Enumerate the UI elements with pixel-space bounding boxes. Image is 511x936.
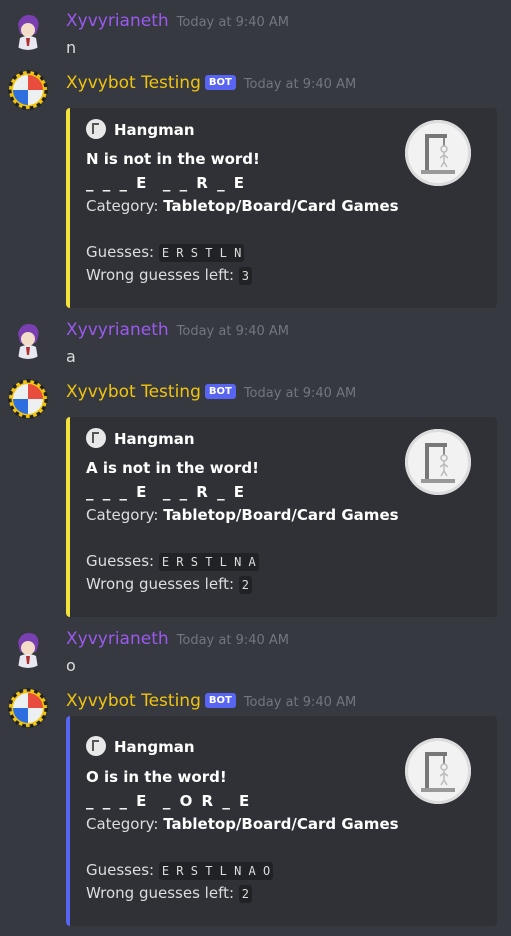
embed-author: Hangman xyxy=(86,736,195,756)
embed-guesses: Guesses: E R S T L N xyxy=(86,243,245,262)
author-name[interactable]: Xyvyrianeth Today at 9:40 AM xyxy=(66,10,289,34)
wrong-count: 2 xyxy=(238,576,253,594)
timestamp: Today at 9:40 AM xyxy=(243,386,357,401)
embed-title: N is not in the word! xyxy=(86,150,260,168)
message-bot: Xyvybot Testing BOT Today at 9:40 AM Hangm… xyxy=(0,379,511,619)
author-name-text[interactable]: Xyvybot Testing xyxy=(66,691,201,711)
guesses-label: Guesses: xyxy=(86,552,159,570)
author-name[interactable]: Xyvyrianeth Today at 9:40 AM xyxy=(66,319,289,343)
author-name-text[interactable]: Xyvyrianeth xyxy=(66,629,169,649)
wrong-label: Wrong guesses left: xyxy=(86,884,239,902)
hangman-thumbnail-icon[interactable] xyxy=(405,429,471,495)
embed-wrong-left: Wrong guesses left: 2 xyxy=(86,575,253,594)
embed-word: _ _ _ E _ O R _ E xyxy=(86,792,252,810)
guesses-code: E R S T L N A xyxy=(158,553,259,571)
author-name-text[interactable]: Xyvyrianeth xyxy=(66,11,169,31)
embed: Hangman A is not in the word! _ _ _ E _ … xyxy=(66,417,497,617)
timestamp: Today at 9:40 AM xyxy=(243,695,357,710)
hangman-icon xyxy=(86,736,106,756)
embed-author-text: Hangman xyxy=(114,738,195,756)
embed-category: Category: Tabletop/Board/Card Games xyxy=(86,815,399,833)
embed-author-text: Hangman xyxy=(114,430,195,448)
embed-guesses: Guesses: E R S T L N A O xyxy=(86,861,274,880)
user-avatar[interactable] xyxy=(8,628,48,668)
guesses-label: Guesses: xyxy=(86,861,159,879)
message-user: Xyvyrianeth Today at 9:40 AM o xyxy=(0,626,511,676)
hangman-thumbnail-icon[interactable] xyxy=(405,738,471,804)
category-value: Tabletop/Board/Card Games xyxy=(163,197,399,215)
bot-avatar[interactable] xyxy=(8,688,48,728)
message-user: Xyvyrianeth Today at 9:40 AM a xyxy=(0,317,511,367)
category-label: Category: xyxy=(86,815,164,833)
wrong-count: 2 xyxy=(238,885,253,903)
embed: Hangman O is in the word! _ _ _ E _ O R … xyxy=(66,716,497,926)
message-user: Xyvyrianeth Today at 9:40 AM n xyxy=(0,8,511,58)
embed-wrong-left: Wrong guesses left: 2 xyxy=(86,884,253,903)
timestamp: Today at 9:40 AM xyxy=(176,15,290,30)
wrong-label: Wrong guesses left: xyxy=(86,575,239,593)
embed-author: Hangman xyxy=(86,119,195,139)
author-name-text[interactable]: Xyvybot Testing xyxy=(66,73,201,93)
bot-badge: BOT xyxy=(204,384,236,399)
author-name-text[interactable]: Xyvybot Testing xyxy=(66,382,201,402)
guesses-code: E R S T L N xyxy=(158,244,245,262)
embed-title: A is not in the word! xyxy=(86,459,259,477)
embed-word: _ _ _ E _ _ R _ E xyxy=(86,483,247,501)
guesses-label: Guesses: xyxy=(86,243,159,261)
bot-badge: BOT xyxy=(204,693,236,708)
message-bot: Xyvybot Testing BOT Today at 9:40 AM Hangm… xyxy=(0,70,511,310)
hangman-icon xyxy=(86,119,106,139)
embed: Hangman N is not in the word! _ _ _ E _ … xyxy=(66,108,497,308)
category-label: Category: xyxy=(86,506,164,524)
bot-badge: BOT xyxy=(204,75,236,90)
author-name[interactable]: Xyvybot Testing BOT Today at 9:40 AM xyxy=(66,72,356,96)
timestamp: Today at 9:40 AM xyxy=(176,633,290,648)
timestamp: Today at 9:40 AM xyxy=(243,77,357,92)
category-label: Category: xyxy=(86,197,164,215)
bot-avatar[interactable] xyxy=(8,70,48,110)
wrong-count: 3 xyxy=(238,267,253,285)
author-name[interactable]: Xyvybot Testing BOT Today at 9:40 AM xyxy=(66,690,356,714)
wrong-label: Wrong guesses left: xyxy=(86,266,239,284)
embed-author-text: Hangman xyxy=(114,121,195,139)
embed-guesses: Guesses: E R S T L N A xyxy=(86,552,259,571)
author-name[interactable]: Xyvyrianeth Today at 9:40 AM xyxy=(66,628,289,652)
embed-word: _ _ _ E _ _ R _ E xyxy=(86,174,247,192)
message-text: o xyxy=(66,656,76,675)
embed-wrong-left: Wrong guesses left: 3 xyxy=(86,266,253,285)
hangman-icon xyxy=(86,428,106,448)
embed-author: Hangman xyxy=(86,428,195,448)
bot-avatar[interactable] xyxy=(8,379,48,419)
user-avatar[interactable] xyxy=(8,319,48,359)
category-value: Tabletop/Board/Card Games xyxy=(163,815,399,833)
embed-category: Category: Tabletop/Board/Card Games xyxy=(86,197,399,215)
embed-title: O is in the word! xyxy=(86,768,227,786)
guesses-code: E R S T L N A O xyxy=(158,862,274,880)
timestamp: Today at 9:40 AM xyxy=(176,324,290,339)
message-bot: Xyvybot Testing BOT Today at 9:40 AM Hangm… xyxy=(0,688,511,928)
author-name-text[interactable]: Xyvyrianeth xyxy=(66,320,169,340)
message-text: a xyxy=(66,347,76,366)
embed-category: Category: Tabletop/Board/Card Games xyxy=(86,506,399,524)
message-text: n xyxy=(66,38,77,57)
category-value: Tabletop/Board/Card Games xyxy=(163,506,399,524)
hangman-thumbnail-icon[interactable] xyxy=(405,120,471,186)
user-avatar[interactable] xyxy=(8,10,48,50)
author-name[interactable]: Xyvybot Testing BOT Today at 9:40 AM xyxy=(66,381,356,405)
